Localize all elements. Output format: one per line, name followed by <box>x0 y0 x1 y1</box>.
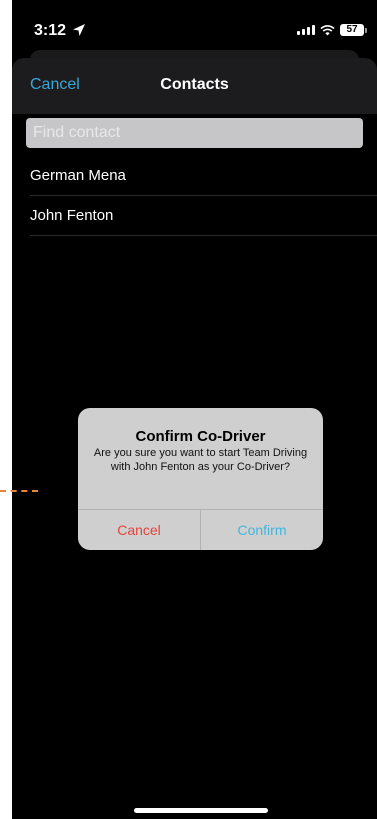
battery-tip <box>365 27 367 33</box>
location-arrow-icon <box>73 24 85 36</box>
phone-screen: 3:12 57 Cancel Contacts German Mena John… <box>12 0 377 819</box>
alert-cancel-button[interactable]: Cancel <box>78 510 201 550</box>
wifi-icon <box>320 24 335 35</box>
navigation-bar: Cancel Contacts <box>12 58 377 114</box>
status-time: 3:12 <box>34 22 67 39</box>
contact-row-john-fenton[interactable]: John Fenton <box>30 196 377 236</box>
signal-icon <box>297 25 315 35</box>
confirm-co-driver-alert: Confirm Co-Driver Are you sure you want … <box>78 408 323 550</box>
contacts-sheet: Cancel Contacts German Mena John Fenton … <box>12 58 377 819</box>
contact-row-german-mena[interactable]: German Mena <box>30 156 377 196</box>
alert-actions: Cancel Confirm <box>78 509 323 550</box>
alert-title: Confirm Co-Driver <box>135 428 266 445</box>
page-title: Contacts <box>160 76 229 93</box>
home-indicator[interactable] <box>134 808 268 813</box>
alert-confirm-button[interactable]: Confirm <box>201 510 323 550</box>
battery-icon: 57 <box>340 24 364 36</box>
search-input[interactable] <box>26 118 363 148</box>
alert-message: Are you sure you want to start Team Driv… <box>93 447 308 473</box>
annotation-dashed-line <box>0 490 38 492</box>
status-icons: 57 <box>297 24 367 36</box>
